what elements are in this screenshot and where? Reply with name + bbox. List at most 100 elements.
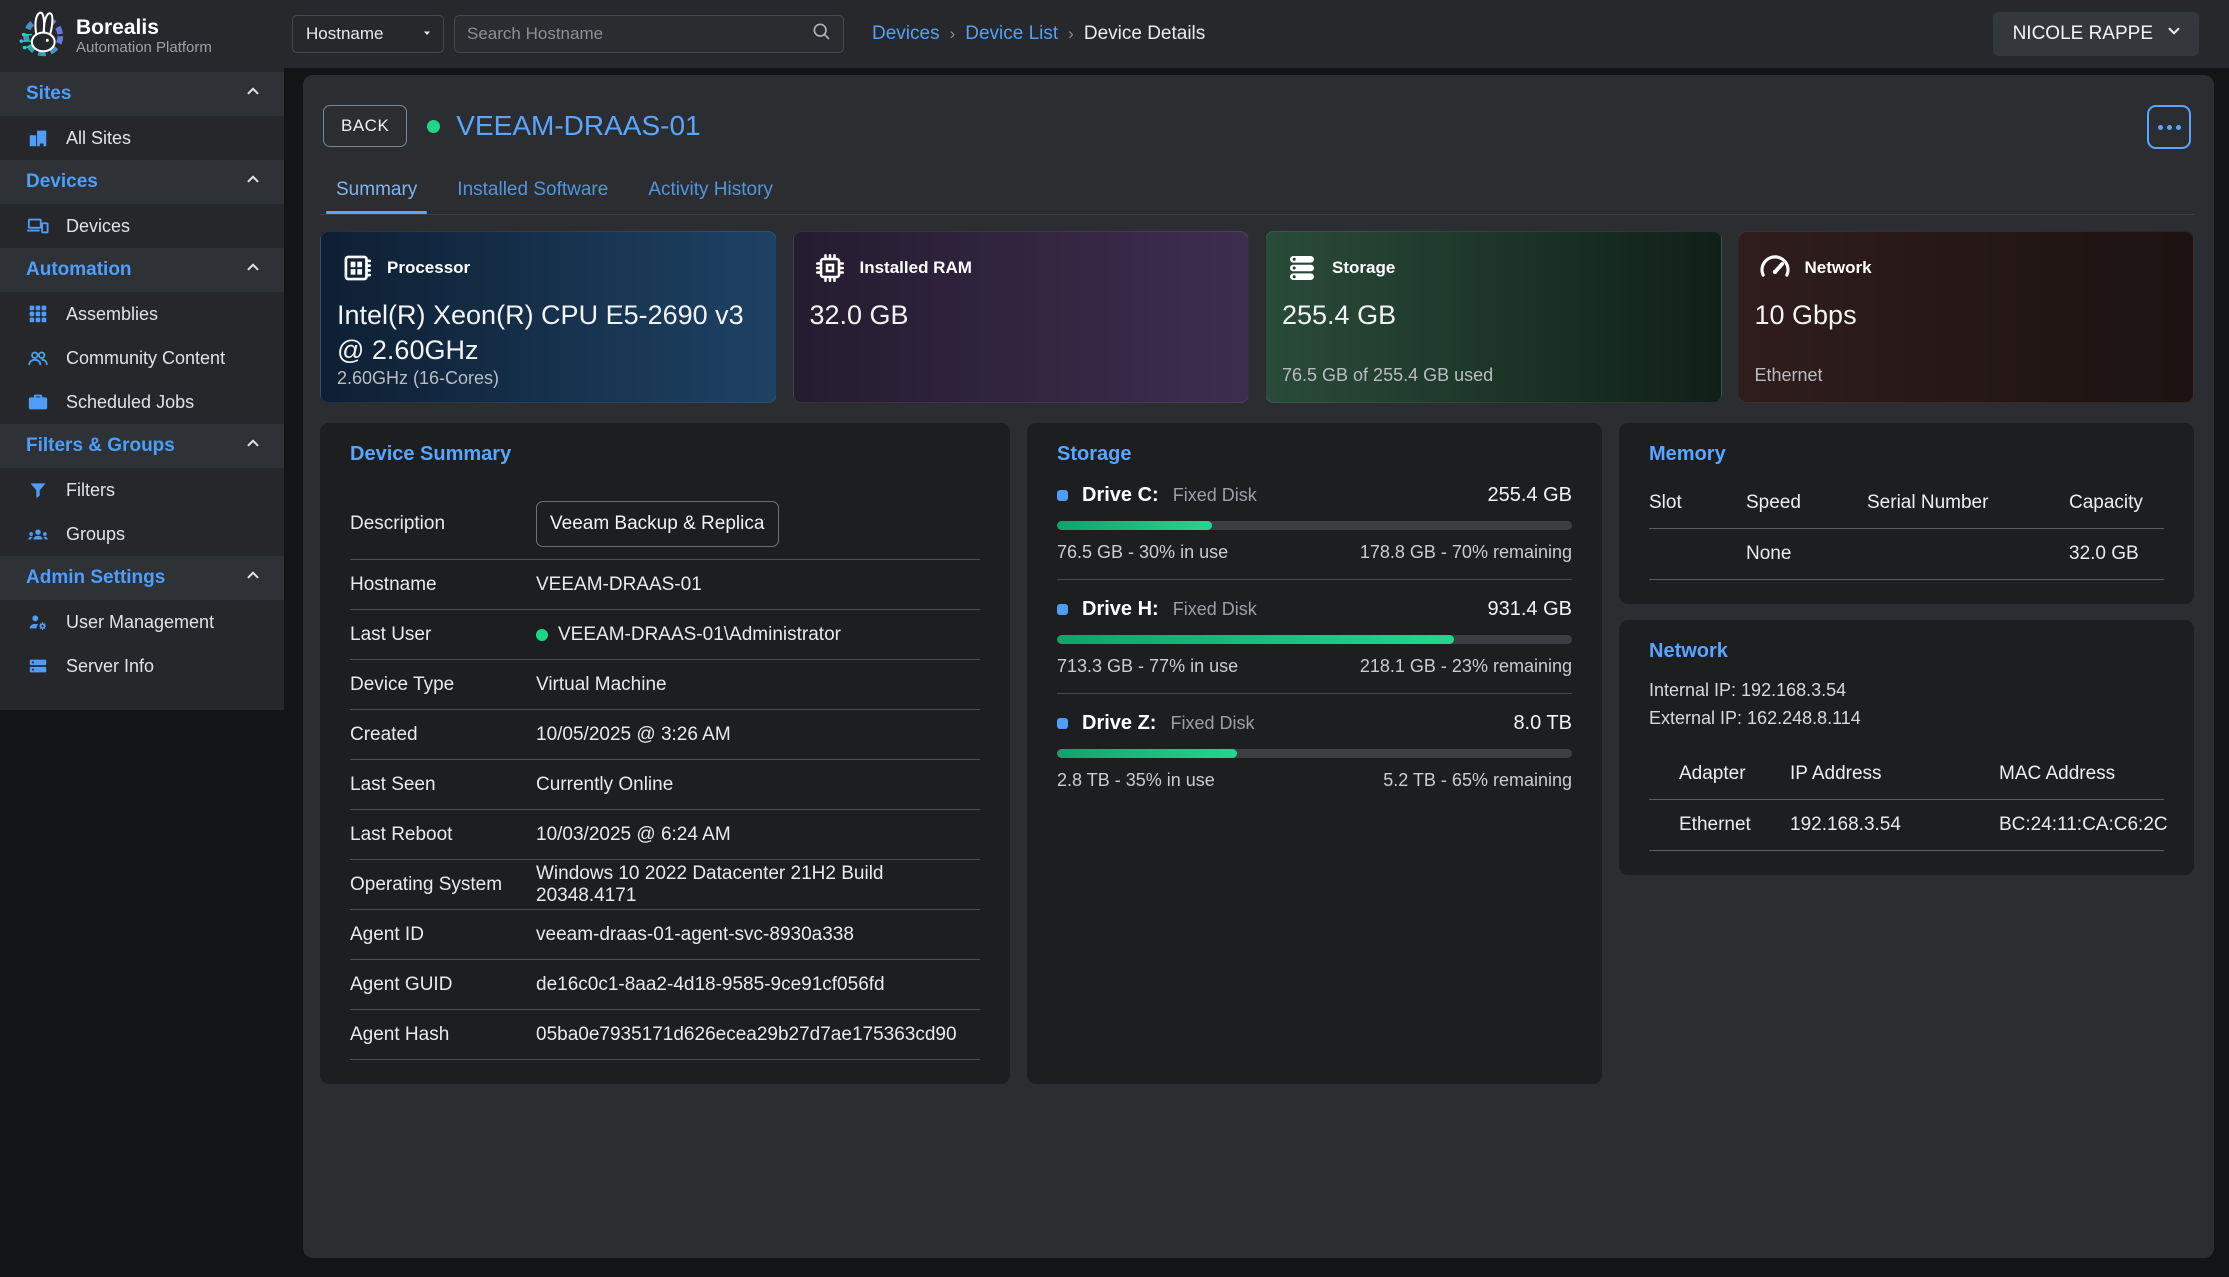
row-label: Last User bbox=[350, 624, 536, 646]
sidebar-item-label: Filters bbox=[66, 480, 115, 501]
sidebar-item-label: Scheduled Jobs bbox=[66, 392, 194, 413]
row-value: Currently Online bbox=[536, 774, 980, 796]
drive-name: Drive H: bbox=[1082, 598, 1159, 621]
speedometer-icon bbox=[1755, 248, 1795, 288]
sidebar-item-devices[interactable]: Devices bbox=[0, 204, 284, 248]
topbar: Hostname Devices › Device List › Device … bbox=[284, 0, 2229, 68]
filter-icon bbox=[26, 478, 50, 502]
card-title: Network bbox=[1805, 258, 1872, 278]
network-card: Network 10 Gbps Ethernet bbox=[1738, 231, 2195, 403]
device-summary-title: Device Summary bbox=[350, 443, 980, 466]
sidebar-section-sites[interactable]: Sites bbox=[0, 72, 284, 116]
sidebar-item-community-content[interactable]: Community Content bbox=[0, 336, 284, 380]
tab-activity-history[interactable]: Activity History bbox=[646, 171, 775, 214]
summary-row-last-reboot: Last Reboot 10/03/2025 @ 6:24 AM bbox=[350, 810, 980, 860]
sidebar-section-filters-groups[interactable]: Filters & Groups bbox=[0, 424, 284, 468]
chevron-up-icon bbox=[244, 258, 262, 282]
more-options-button[interactable] bbox=[2147, 105, 2191, 149]
network-row: Ethernet 192.168.3.54 BC:24:11:CA:C6:2C bbox=[1649, 799, 2164, 851]
sidebar: Borealis Automation Platform Sites All S… bbox=[0, 0, 284, 1277]
network-table: Adapter IP Address MAC Address Ethernet … bbox=[1649, 757, 2164, 851]
internal-ip: Internal IP: 192.168.3.54 bbox=[1649, 677, 2164, 705]
breadcrumb-devices[interactable]: Devices bbox=[872, 23, 940, 45]
summary-row-last-seen: Last Seen Currently Online bbox=[350, 760, 980, 810]
processor-subtext: 2.60GHz (16-Cores) bbox=[337, 368, 756, 389]
devices-icon bbox=[26, 214, 50, 238]
search-field-dropdown[interactable]: Hostname bbox=[292, 15, 444, 53]
storage-panel-title: Storage bbox=[1057, 443, 1572, 466]
breadcrumb-separator: › bbox=[950, 24, 956, 44]
sidebar-item-label: Groups bbox=[66, 524, 125, 545]
drive-type: Fixed Disk bbox=[1173, 485, 1257, 506]
description-input[interactable] bbox=[536, 501, 779, 547]
breadcrumb-current: Device Details bbox=[1084, 23, 1205, 45]
tab-installed-software[interactable]: Installed Software bbox=[455, 171, 610, 214]
breadcrumb-separator: › bbox=[1068, 24, 1074, 44]
sidebar-nav: Sites All Sites Devices Devices Automati… bbox=[0, 72, 284, 710]
sidebar-item-assemblies[interactable]: Assemblies bbox=[0, 292, 284, 336]
sidebar-item-all-sites[interactable]: All Sites bbox=[0, 116, 284, 160]
external-ip: External IP: 162.248.8.114 bbox=[1649, 705, 2164, 733]
summary-row-device-type: Device Type Virtual Machine bbox=[350, 660, 980, 710]
sidebar-item-groups[interactable]: Groups bbox=[0, 512, 284, 556]
memory-panel-title: Memory bbox=[1649, 443, 2164, 466]
drive-c-block: Drive C: Fixed Disk 255.4 GB 76.5 GB - 3… bbox=[1057, 466, 1572, 580]
tab-summary[interactable]: Summary bbox=[334, 171, 419, 214]
brand-header[interactable]: Borealis Automation Platform bbox=[0, 0, 284, 72]
section-label: Sites bbox=[26, 83, 71, 105]
network-panel: Network Internal IP: 192.168.3.54 Extern… bbox=[1619, 620, 2194, 875]
memory-table: Slot Speed Serial Number Capacity None bbox=[1649, 486, 2164, 580]
storage-card: Storage 255.4 GB 76.5 GB of 255.4 GB use… bbox=[1265, 231, 1722, 403]
sidebar-section-devices[interactable]: Devices bbox=[0, 160, 284, 204]
memory-panel: Memory Slot Speed Serial Number Capacity bbox=[1619, 423, 2194, 604]
drive-type: Fixed Disk bbox=[1173, 599, 1257, 620]
tabs: Summary Installed Software Activity Hist… bbox=[320, 171, 2194, 215]
row-value: VEEAM-DRAAS-01 bbox=[536, 574, 980, 596]
drive-bullet-icon bbox=[1057, 718, 1068, 729]
row-value: Windows 10 2022 Datacenter 21H2 Build 20… bbox=[536, 863, 980, 907]
sidebar-item-scheduled-jobs[interactable]: Scheduled Jobs bbox=[0, 380, 284, 424]
row-value: veeam-draas-01-agent-svc-8930a338 bbox=[536, 924, 980, 946]
breadcrumb: Devices › Device List › Device Details bbox=[872, 23, 1205, 45]
drive-h-progressbar bbox=[1057, 635, 1572, 644]
chevron-up-icon bbox=[244, 82, 262, 106]
drive-c-progressbar bbox=[1057, 521, 1572, 530]
row-label: Device Type bbox=[350, 674, 536, 696]
search-input[interactable] bbox=[467, 24, 811, 44]
ram-value: 32.0 GB bbox=[810, 298, 1229, 333]
sidebar-item-filters[interactable]: Filters bbox=[0, 468, 284, 512]
row-value: Virtual Machine bbox=[536, 674, 980, 696]
memory-col-serial: Serial Number bbox=[1867, 492, 2069, 514]
drive-used: 713.3 GB - 77% in use bbox=[1057, 656, 1238, 677]
summary-row-agent-id: Agent ID veeam-draas-01-agent-svc-8930a3… bbox=[350, 910, 980, 960]
page-title: VEEAM-DRAAS-01 bbox=[456, 110, 700, 142]
online-status-dot bbox=[536, 629, 548, 641]
search-icon[interactable] bbox=[811, 21, 831, 47]
summary-row-last-user: Last User VEEAM-DRAAS-01\Administrator bbox=[350, 610, 980, 660]
section-label: Automation bbox=[26, 259, 132, 281]
drive-z-progress-fill bbox=[1057, 749, 1237, 758]
breadcrumb-device-list[interactable]: Device List bbox=[965, 23, 1058, 45]
sidebar-section-automation[interactable]: Automation bbox=[0, 248, 284, 292]
memory-col-speed: Speed bbox=[1746, 492, 1867, 514]
sidebar-item-label: All Sites bbox=[66, 128, 131, 149]
row-label: Agent ID bbox=[350, 924, 536, 946]
search-field-selected: Hostname bbox=[306, 24, 383, 44]
sidebar-item-label: Assemblies bbox=[66, 304, 158, 325]
user-menu-button[interactable]: NICOLE RAPPE bbox=[1993, 12, 2199, 56]
summary-row-operating-system: Operating System Windows 10 2022 Datacen… bbox=[350, 860, 980, 910]
sidebar-section-admin-settings[interactable]: Admin Settings bbox=[0, 556, 284, 600]
search-box bbox=[454, 15, 844, 53]
storage-stack-icon bbox=[1282, 248, 1322, 288]
back-button[interactable]: BACK bbox=[323, 105, 407, 147]
drive-z-progressbar bbox=[1057, 749, 1572, 758]
sidebar-item-server-info[interactable]: Server Info bbox=[0, 644, 284, 688]
card-title: Processor bbox=[387, 258, 470, 278]
row-label: Description bbox=[350, 513, 536, 535]
server-icon bbox=[26, 654, 50, 678]
sidebar-item-label: User Management bbox=[66, 612, 214, 633]
sidebar-item-user-management[interactable]: User Management bbox=[0, 600, 284, 644]
content-area: BACK VEEAM-DRAAS-01 Summary Installed So… bbox=[284, 68, 2229, 1277]
network-panel-title: Network bbox=[1649, 640, 2164, 663]
network-value: 10 Gbps bbox=[1755, 298, 2174, 333]
